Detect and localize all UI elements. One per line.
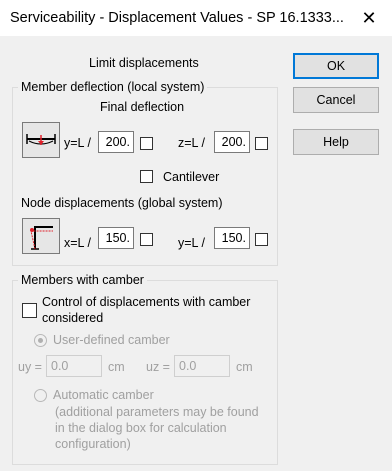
cantilever-checkbox[interactable] (140, 170, 153, 183)
z-deflection-input[interactable]: 200. (214, 131, 250, 153)
y-node-checkbox[interactable] (255, 233, 268, 246)
uz-label: uz = (146, 360, 170, 374)
user-defined-camber-radio[interactable] (34, 334, 47, 347)
automatic-camber-note-3: configuration) (55, 437, 131, 451)
camber-control-label-1: Control of displacements with camber (42, 295, 251, 309)
y-deflection-input[interactable]: 200. (98, 131, 134, 153)
automatic-camber-label: Automatic camber (53, 388, 154, 402)
frame-displacement-icon[interactable] (22, 218, 60, 254)
z-deflection-label: z=L / (178, 136, 205, 150)
x-node-checkbox[interactable] (140, 233, 153, 246)
z-deflection-checkbox[interactable] (255, 137, 268, 150)
uy-label: uy = (18, 360, 42, 374)
x-node-label: x=L / (64, 236, 91, 250)
camber-control-label-2: considered (42, 311, 104, 325)
beam-deflection-icon[interactable] (22, 122, 60, 158)
uy-unit: cm (108, 360, 125, 374)
y-node-input[interactable]: 150. (214, 227, 250, 249)
final-deflection-heading: Final deflection (100, 100, 185, 114)
user-defined-camber-label: User-defined camber (53, 333, 170, 347)
node-displacements-legend: Node displacements (global system) (21, 196, 223, 210)
camber-control-checkbox[interactable] (22, 303, 37, 318)
y-deflection-checkbox[interactable] (140, 137, 153, 150)
ok-button[interactable]: OK (293, 53, 379, 79)
camber-legend: Members with camber (18, 273, 147, 287)
uy-input[interactable]: 0.0 (46, 355, 102, 377)
window-title: Serviceability - Displacement Values - S… (10, 10, 344, 26)
y-deflection-label: y=L / (64, 136, 91, 150)
uz-input[interactable]: 0.0 (174, 355, 230, 377)
cancel-button[interactable]: Cancel (293, 87, 379, 113)
limit-displacements-heading: Limit displacements (89, 56, 199, 70)
close-button[interactable]: ✕ (354, 6, 384, 30)
cantilever-label: Cantilever (163, 170, 220, 184)
y-node-label: y=L / (178, 236, 205, 250)
uz-unit: cm (236, 360, 253, 374)
x-node-input[interactable]: 150. (98, 227, 134, 249)
automatic-camber-note-2: in the dialog box for calculation (55, 421, 227, 435)
member-deflection-legend: Member deflection (local system) (18, 80, 208, 94)
automatic-camber-note-1: (additional parameters may be found (55, 405, 259, 419)
automatic-camber-radio[interactable] (34, 389, 47, 402)
help-button[interactable]: Help (293, 129, 379, 155)
